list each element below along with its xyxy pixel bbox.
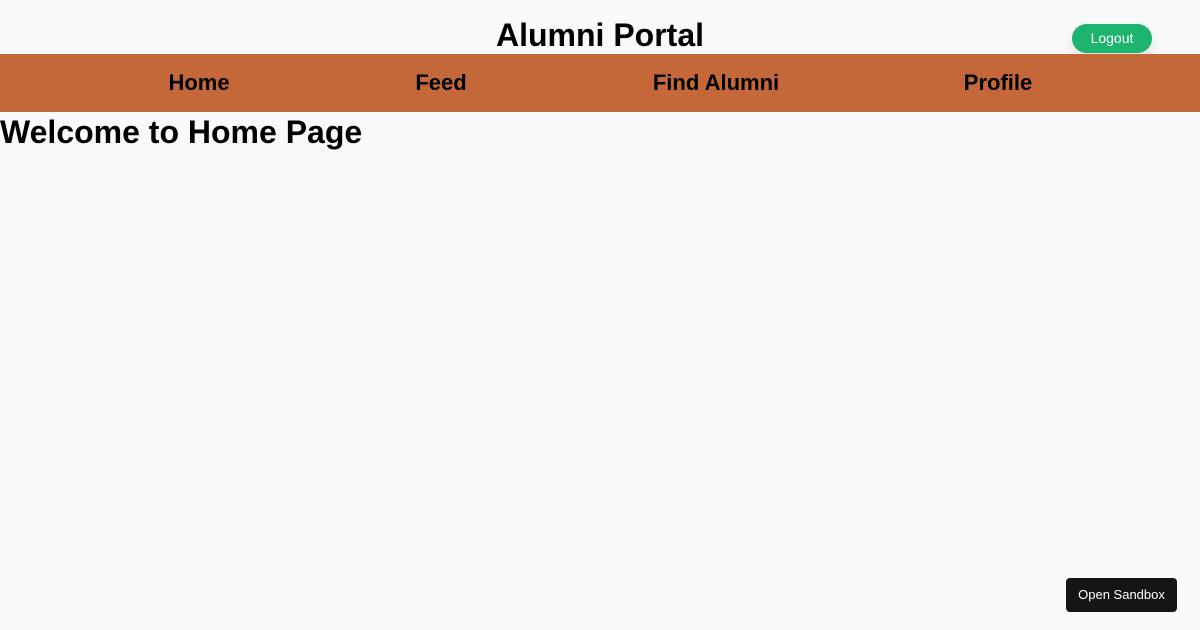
welcome-heading: Welcome to Home Page (0, 114, 363, 150)
open-sandbox-button[interactable]: Open Sandbox (1066, 578, 1177, 612)
page: Alumni Portal Logout Home Feed Find Alum… (0, 0, 1200, 630)
logout-button[interactable]: Logout (1072, 24, 1152, 53)
nav-link-profile[interactable]: Profile (964, 54, 1032, 112)
nav-link-feed[interactable]: Feed (415, 54, 466, 112)
nav-link-find-alumni[interactable]: Find Alumni (653, 54, 779, 112)
nav-link-home[interactable]: Home (168, 54, 229, 112)
navbar: Home Feed Find Alumni Profile (0, 54, 1200, 112)
header: Alumni Portal Logout (0, 0, 1200, 54)
site-title: Alumni Portal (495, 17, 704, 53)
